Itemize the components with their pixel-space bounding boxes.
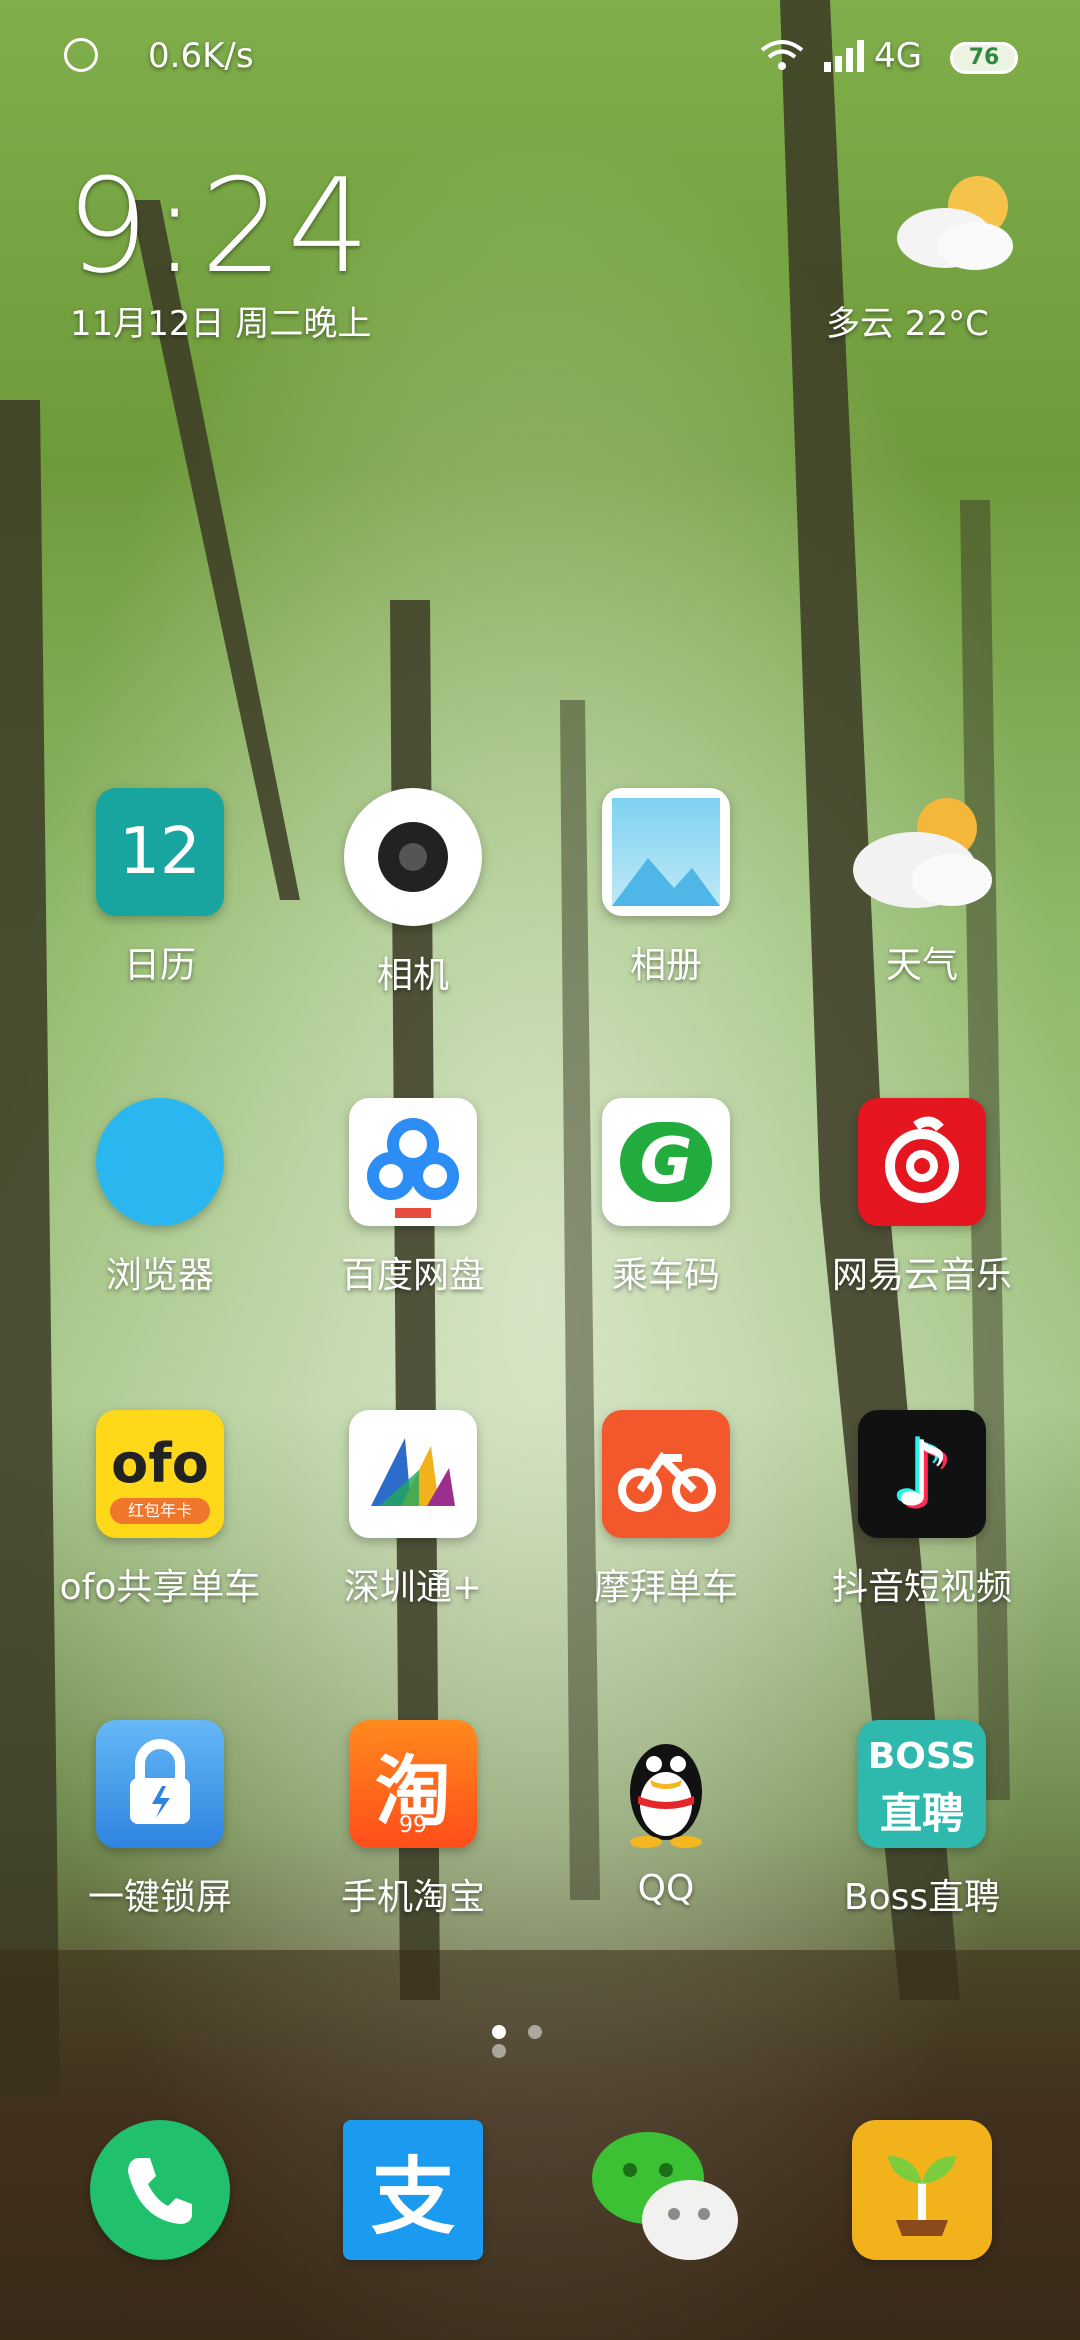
app-label: 相机	[376, 955, 449, 996]
alipay-glyph: 支	[370, 2147, 455, 2246]
phone-icon	[90, 2120, 230, 2260]
taobao-sub: 99	[399, 1813, 427, 1838]
weather-summary[interactable]: 多云 22°C	[826, 296, 989, 345]
dock-wechat[interactable]	[561, 2120, 771, 2280]
lock-screen-icon	[96, 1720, 224, 1848]
app-gallery[interactable]: 相册	[561, 788, 771, 988]
app-ride-code[interactable]: G 乘车码	[561, 1098, 771, 1298]
app-label: 深圳通+	[343, 1567, 483, 1608]
dock-sprout-app[interactable]	[817, 2120, 1027, 2260]
app-label: ofo共享单车	[59, 1567, 261, 1608]
app-baidu-netdisk[interactable]: 百度网盘	[308, 1098, 518, 1298]
page-dot	[492, 2044, 506, 2058]
shenzhentong-icon	[349, 1410, 477, 1538]
qq-icon	[602, 1720, 730, 1848]
app-label: 抖音短视频	[831, 1567, 1012, 1608]
app-label: 相册	[629, 945, 702, 986]
wifi-icon	[760, 40, 804, 70]
taobao-icon: 淘 99	[349, 1720, 477, 1848]
network-type: 4G	[874, 36, 922, 76]
alipay-icon: 支	[343, 2120, 483, 2260]
app-mobike[interactable]: 摩拜单车	[561, 1410, 771, 1610]
page-dot	[528, 2025, 542, 2039]
alarm-icon	[64, 38, 98, 72]
app-label: 日历	[123, 945, 196, 986]
net-speed: 0.6K/s	[148, 36, 254, 76]
app-label: 浏览器	[105, 1255, 214, 1296]
app-label: 一键锁屏	[87, 1877, 232, 1918]
app-netease-music[interactable]: 网易云音乐	[817, 1098, 1027, 1298]
app-douyin[interactable]: ♪ 抖音短视频	[817, 1410, 1027, 1610]
app-taobao[interactable]: 淘 99 手机淘宝	[308, 1720, 518, 1920]
partly-cloudy-icon[interactable]	[890, 168, 1020, 278]
cellular-signal-icon	[824, 40, 864, 72]
ride-code-glyph: G	[620, 1122, 712, 1202]
app-label: QQ	[637, 1868, 695, 1909]
dock-phone[interactable]	[55, 2120, 265, 2260]
netease-music-icon	[858, 1098, 986, 1226]
app-calendar[interactable]: 12 日历	[55, 788, 265, 988]
clock-time[interactable]: 9:24	[66, 150, 374, 302]
clock-date[interactable]: 11月12日 周二晚上	[70, 296, 371, 345]
douyin-icon: ♪	[858, 1410, 986, 1538]
ride-code-icon: G	[602, 1098, 730, 1226]
app-shenzhentong[interactable]: 深圳通+	[308, 1410, 518, 1610]
page-indicator[interactable]	[492, 2024, 588, 2058]
app-qq[interactable]: QQ	[561, 1720, 771, 1909]
calendar-icon: 12	[96, 788, 224, 916]
app-label: Boss直聘	[843, 1877, 1001, 1918]
battery-indicator: 76	[950, 42, 1018, 74]
page-dot	[492, 2025, 506, 2039]
boss-zhipin-icon: BOSS 直聘	[858, 1720, 986, 1848]
app-label: 天气	[885, 945, 958, 986]
browser-icon	[96, 1098, 224, 1226]
app-lock-screen[interactable]: 一键锁屏	[55, 1720, 265, 1920]
mobike-icon	[602, 1410, 730, 1538]
boss-glyph: BOSS	[867, 1736, 977, 1777]
app-weather[interactable]: 天气	[817, 788, 1027, 988]
wechat-icon	[586, 2120, 746, 2280]
boss-sub: 直聘	[879, 1789, 964, 1838]
app-ofo[interactable]: ofo 红包年卡 ofo共享单车	[55, 1410, 265, 1610]
status-bar: 0.6K/s 4G 76	[0, 0, 1080, 110]
app-boss-zhipin[interactable]: BOSS 直聘 Boss直聘	[817, 1720, 1027, 1920]
weather-icon	[847, 788, 997, 916]
app-label: 网易云音乐	[831, 1255, 1012, 1296]
calendar-day-number: 12	[119, 815, 201, 889]
app-label: 乘车码	[611, 1255, 720, 1296]
gallery-icon	[602, 788, 730, 916]
ofo-icon: ofo 红包年卡	[96, 1410, 224, 1538]
ofo-badge-text: 红包年卡	[110, 1498, 210, 1524]
app-camera[interactable]: 相机	[308, 788, 518, 998]
dock-alipay[interactable]: 支	[308, 2120, 518, 2260]
baidu-netdisk-icon	[349, 1098, 477, 1226]
app-browser[interactable]: 浏览器	[55, 1098, 265, 1298]
app-label: 百度网盘	[340, 1255, 485, 1296]
app-label: 摩拜单车	[593, 1567, 738, 1608]
sprout-icon	[852, 2120, 992, 2260]
app-label: 手机淘宝	[340, 1877, 485, 1918]
douyin-glyph: ♪	[893, 1421, 951, 1527]
camera-icon	[344, 788, 482, 926]
ofo-glyph: ofo	[111, 1432, 209, 1495]
